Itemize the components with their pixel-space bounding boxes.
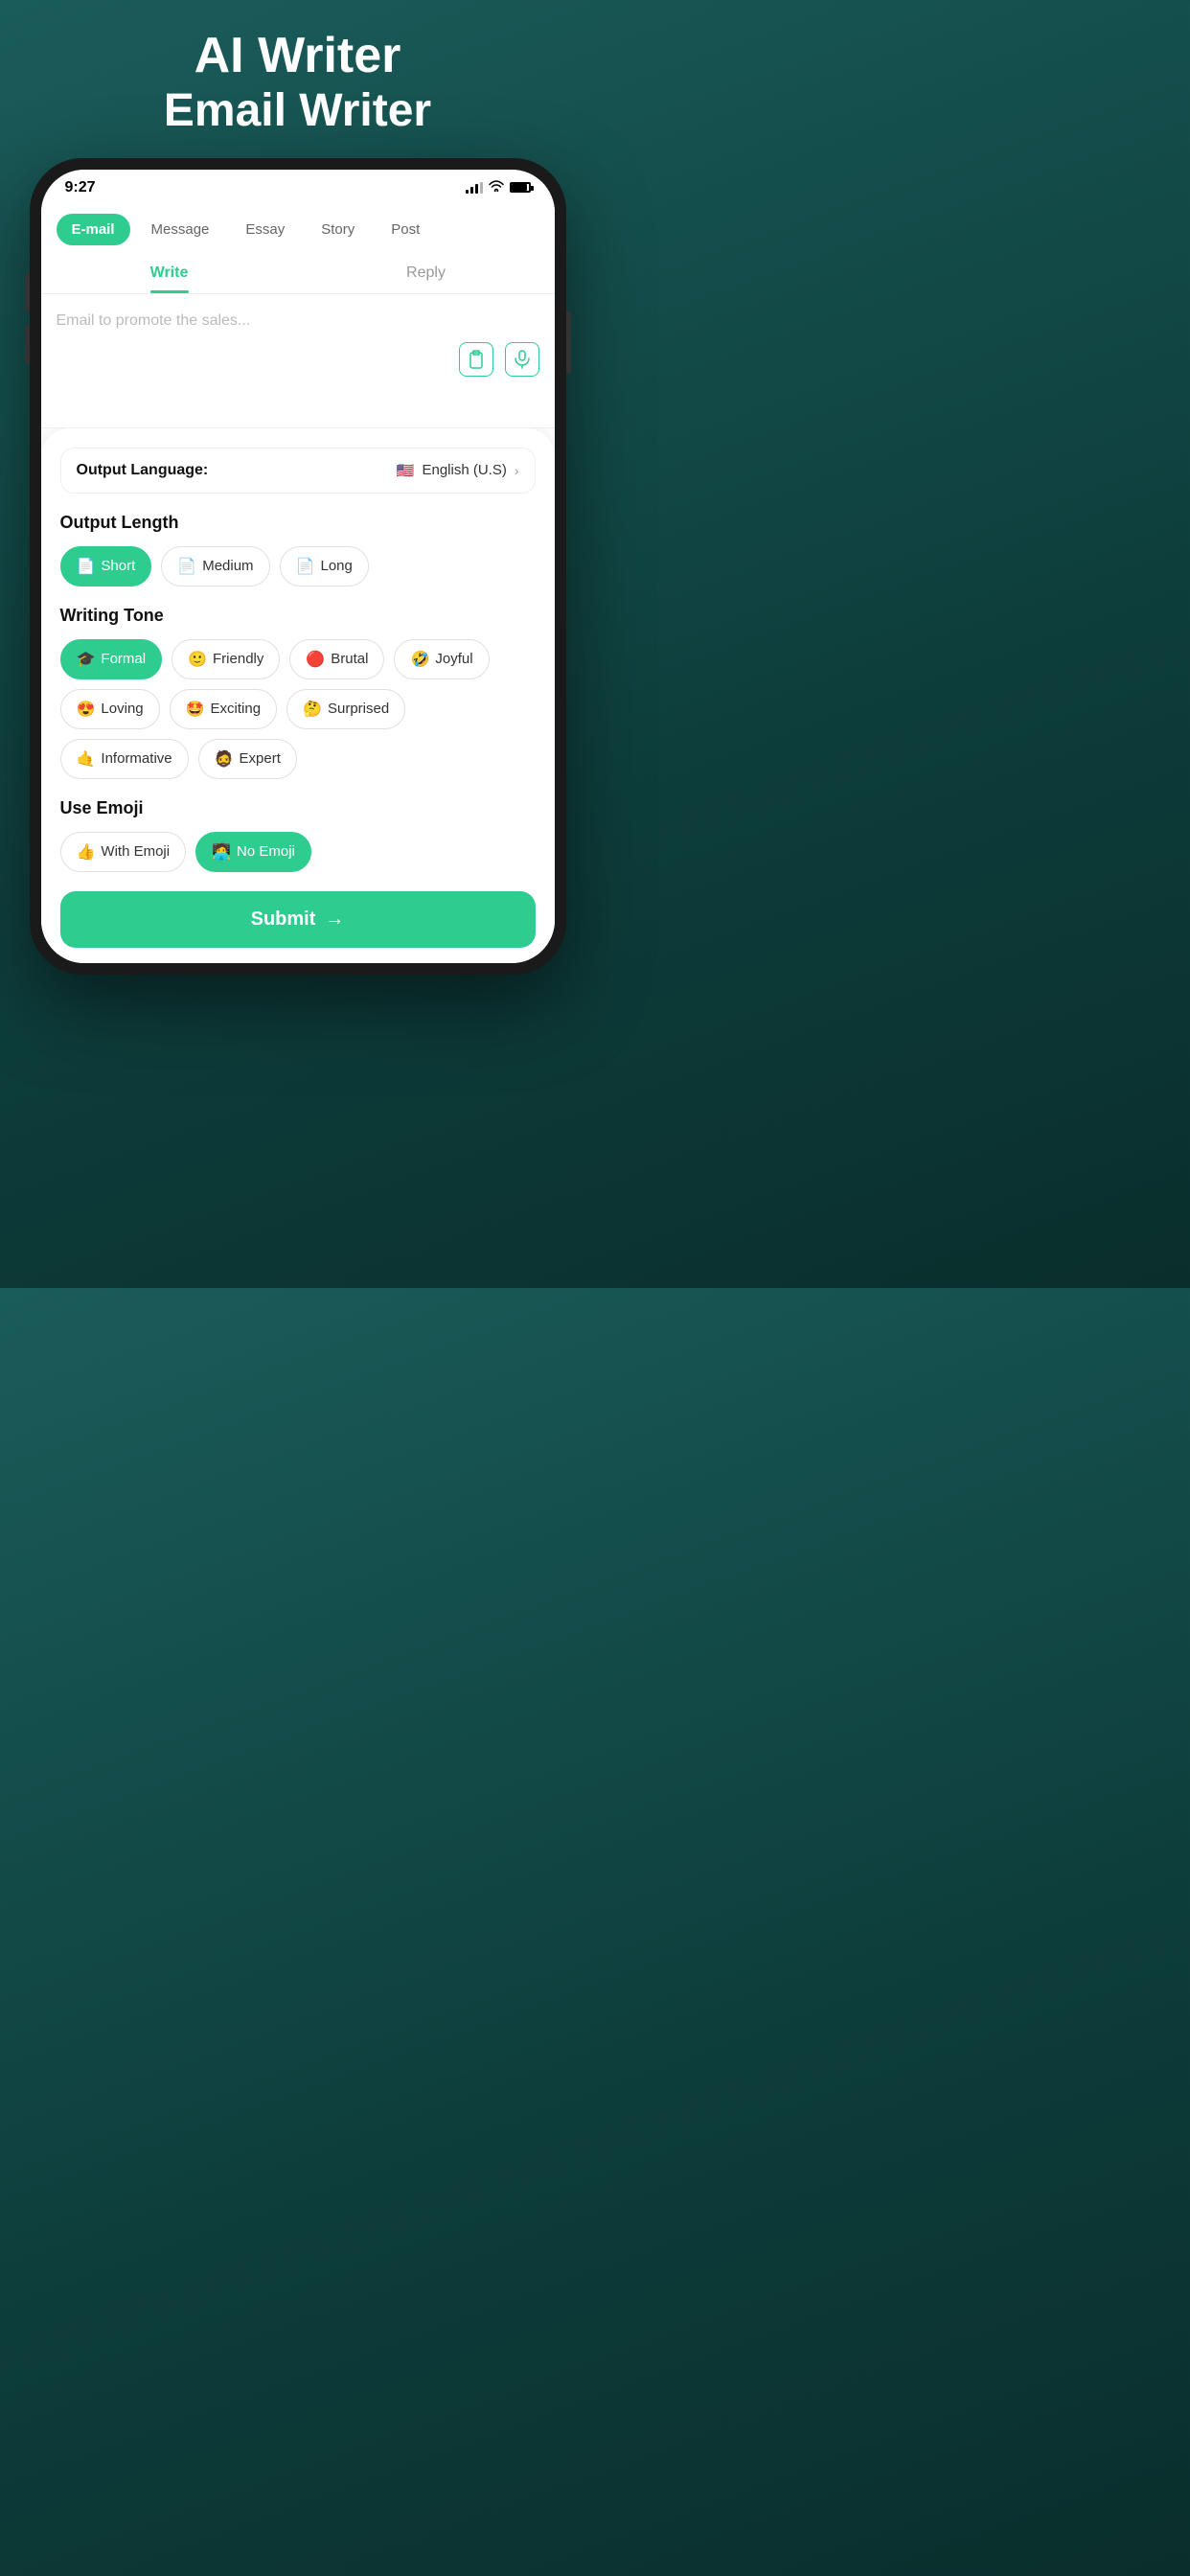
status-icons xyxy=(466,180,531,195)
tone-surprised[interactable]: 🤔 Surprised xyxy=(286,689,405,729)
app-title-line1: AI Writer xyxy=(164,29,431,83)
loving-label: Loving xyxy=(101,701,143,717)
tone-joyful[interactable]: 🤣 Joyful xyxy=(394,639,489,679)
microphone-icon[interactable] xyxy=(505,342,539,377)
signal-icon xyxy=(466,182,483,194)
tab-story[interactable]: Story xyxy=(306,214,370,245)
informative-label: Informative xyxy=(101,750,172,767)
output-language-label: Output Language: xyxy=(77,462,209,479)
medium-icon: 📄 xyxy=(177,557,196,576)
tone-expert[interactable]: 🧔 Expert xyxy=(198,739,297,779)
tab-post[interactable]: Post xyxy=(376,214,435,245)
brutal-label: Brutal xyxy=(331,651,368,667)
battery-icon xyxy=(510,182,531,193)
status-bar: 9:27 xyxy=(41,170,555,202)
with-emoji-label: With Emoji xyxy=(101,843,170,860)
phone-frame: 9:27 xyxy=(30,158,566,975)
bottom-panel: Output Language: 🇺🇸 English (U.S) › Outp… xyxy=(41,428,555,963)
output-language-value: 🇺🇸 English (U.S) › xyxy=(397,462,519,479)
joyful-label: Joyful xyxy=(435,651,472,667)
short-icon: 📄 xyxy=(77,557,96,576)
with-emoji-icon: 👍 xyxy=(77,842,96,862)
tab-reply[interactable]: Reply xyxy=(298,253,555,293)
text-input-area: Email to promote the sales... xyxy=(41,294,555,428)
length-short[interactable]: 📄 Short xyxy=(60,546,152,586)
loving-icon: 😍 xyxy=(77,700,96,719)
joyful-icon: 🤣 xyxy=(410,650,429,669)
friendly-label: Friendly xyxy=(213,651,263,667)
tab-email[interactable]: E-mail xyxy=(57,214,130,245)
no-emoji-label: No Emoji xyxy=(237,843,295,860)
surprised-icon: 🤔 xyxy=(303,700,322,719)
tone-exciting[interactable]: 🤩 Exciting xyxy=(170,689,277,729)
language-text: English (U.S) xyxy=(422,462,506,478)
long-label: Long xyxy=(320,558,352,574)
phone-side-right xyxy=(566,311,571,374)
no-emoji-icon: 🧑‍💻 xyxy=(212,842,231,862)
short-label: Short xyxy=(101,558,135,574)
app-content: E-mail Message Essay Story Post Write Re… xyxy=(41,202,555,963)
tone-friendly[interactable]: 🙂 Friendly xyxy=(172,639,280,679)
submit-arrow: → xyxy=(325,908,344,931)
emoji-options: 👍 With Emoji 🧑‍💻 No Emoji xyxy=(60,832,536,872)
surprised-label: Surprised xyxy=(328,701,389,717)
clipboard-icon[interactable] xyxy=(459,342,493,377)
wifi-icon xyxy=(489,180,504,195)
status-time: 9:27 xyxy=(65,179,96,196)
informative-icon: 🤙 xyxy=(77,749,96,769)
tone-formal[interactable]: 🎓 Formal xyxy=(60,639,163,679)
text-placeholder[interactable]: Email to promote the sales... xyxy=(57,310,539,333)
formal-label: Formal xyxy=(101,651,146,667)
submit-label: Submit xyxy=(251,908,316,931)
tab-message[interactable]: Message xyxy=(136,214,225,245)
chevron-right-icon: › xyxy=(515,463,519,478)
app-title-line2: Email Writer xyxy=(164,83,431,139)
text-area-toolbar xyxy=(57,342,539,377)
medium-label: Medium xyxy=(202,558,253,574)
submit-button[interactable]: Submit → xyxy=(60,891,536,948)
phone-side-left xyxy=(25,273,30,363)
formal-icon: 🎓 xyxy=(77,650,96,669)
main-tab-nav: E-mail Message Essay Story Post xyxy=(41,202,555,253)
use-emoji-title: Use Emoji xyxy=(60,798,536,818)
phone-screen: 9:27 xyxy=(41,170,555,963)
volume-up-button xyxy=(25,273,30,311)
output-length-options: 📄 Short 📄 Medium 📄 Long xyxy=(60,546,536,586)
friendly-icon: 🙂 xyxy=(188,650,207,669)
writing-tone-options: 🎓 Formal 🙂 Friendly 🔴 Brutal 🤣 Joyful xyxy=(60,639,536,779)
no-emoji-option[interactable]: 🧑‍💻 No Emoji xyxy=(195,832,311,872)
exciting-label: Exciting xyxy=(211,701,262,717)
tab-essay[interactable]: Essay xyxy=(230,214,300,245)
length-long[interactable]: 📄 Long xyxy=(280,546,369,586)
long-icon: 📄 xyxy=(296,557,315,576)
expert-icon: 🧔 xyxy=(215,749,234,769)
writing-tone-title: Writing Tone xyxy=(60,606,536,626)
output-length-title: Output Length xyxy=(60,513,536,533)
volume-down-button xyxy=(25,325,30,363)
tone-brutal[interactable]: 🔴 Brutal xyxy=(289,639,384,679)
length-medium[interactable]: 📄 Medium xyxy=(161,546,269,586)
tab-write[interactable]: Write xyxy=(41,253,298,293)
output-language-row[interactable]: Output Language: 🇺🇸 English (U.S) › xyxy=(60,448,536,494)
tone-loving[interactable]: 😍 Loving xyxy=(60,689,160,729)
brutal-icon: 🔴 xyxy=(306,650,325,669)
tone-informative[interactable]: 🤙 Informative xyxy=(60,739,189,779)
write-reply-tabs: Write Reply xyxy=(41,253,555,294)
app-title: AI Writer Email Writer xyxy=(164,29,431,139)
flag-icon: 🇺🇸 xyxy=(397,462,415,479)
with-emoji-option[interactable]: 👍 With Emoji xyxy=(60,832,187,872)
exciting-icon: 🤩 xyxy=(186,700,205,719)
power-button xyxy=(566,311,571,374)
expert-label: Expert xyxy=(240,750,281,767)
